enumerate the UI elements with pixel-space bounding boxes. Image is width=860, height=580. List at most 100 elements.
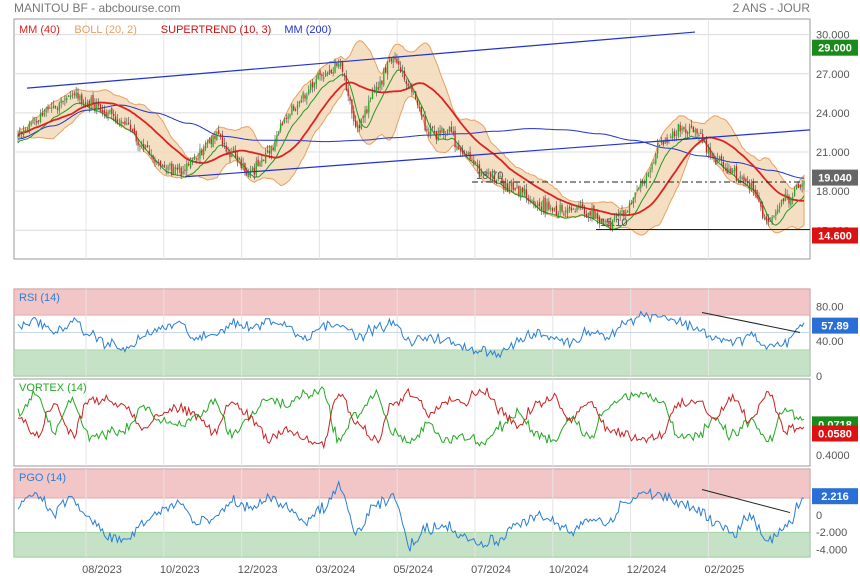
candle-body bbox=[58, 103, 60, 111]
candle-body bbox=[658, 145, 661, 147]
candle-body bbox=[596, 213, 599, 220]
rsi-y-tick: 80.00 bbox=[816, 301, 844, 313]
candle-body bbox=[640, 182, 642, 188]
candle-body bbox=[568, 207, 571, 209]
rsi-y-tick: 40.00 bbox=[816, 336, 844, 348]
candle-body bbox=[735, 166, 738, 181]
candle-body bbox=[231, 151, 233, 158]
candle-body bbox=[797, 183, 800, 188]
candle-body bbox=[724, 167, 726, 169]
candle-body bbox=[124, 121, 126, 125]
candle-body bbox=[94, 102, 96, 110]
candle-body bbox=[439, 130, 441, 134]
candle-body bbox=[32, 121, 34, 123]
candle-body bbox=[101, 110, 104, 113]
candle-body bbox=[34, 119, 36, 121]
candle-body bbox=[154, 160, 156, 163]
candle-body bbox=[131, 129, 134, 132]
candle-body bbox=[174, 167, 177, 170]
candle-body bbox=[630, 203, 633, 205]
candle-body bbox=[73, 93, 75, 95]
level-15-10-label: 15.10 bbox=[600, 217, 628, 229]
candle-body bbox=[576, 205, 578, 211]
candle-body bbox=[129, 124, 132, 130]
candle-body bbox=[111, 108, 113, 114]
candle-body bbox=[426, 129, 428, 131]
candle-body bbox=[223, 143, 226, 145]
candle-body bbox=[672, 131, 674, 138]
candle-body bbox=[688, 126, 691, 134]
vortex-panel bbox=[13, 378, 811, 467]
candle-body bbox=[37, 120, 40, 122]
candle-body bbox=[158, 162, 160, 164]
candle-body bbox=[572, 208, 574, 210]
candle-body bbox=[655, 153, 657, 164]
candle-body bbox=[441, 127, 443, 133]
candle-body bbox=[720, 155, 723, 161]
candle-body bbox=[107, 112, 109, 117]
price-y-tick: 21.000 bbox=[816, 147, 850, 159]
candle-body bbox=[523, 188, 526, 195]
candle-body bbox=[730, 168, 732, 174]
candle-body bbox=[69, 95, 72, 97]
candle-body bbox=[801, 183, 803, 188]
candle-body bbox=[456, 146, 458, 150]
candle-body bbox=[315, 78, 317, 85]
candle-body bbox=[90, 97, 92, 107]
candle-body bbox=[750, 183, 753, 191]
candle-body bbox=[279, 123, 282, 131]
candle-body bbox=[784, 193, 786, 202]
candle-body bbox=[647, 172, 649, 177]
candle-body bbox=[703, 139, 706, 141]
candle-body bbox=[788, 195, 790, 204]
candle-body bbox=[208, 139, 210, 144]
candle-body bbox=[634, 192, 636, 198]
candle-body bbox=[143, 143, 145, 149]
candle-body bbox=[430, 128, 432, 134]
candle-body bbox=[795, 184, 798, 190]
candle-body bbox=[309, 83, 312, 90]
rsi-zone bbox=[13, 288, 811, 316]
candle-body bbox=[583, 208, 586, 215]
candle-body bbox=[302, 92, 304, 99]
candle-body bbox=[679, 124, 681, 132]
candle-body bbox=[351, 99, 353, 114]
x-tick-label: 07/2024 bbox=[471, 564, 511, 576]
candle-body bbox=[450, 126, 452, 132]
candle-body bbox=[773, 215, 775, 217]
candle-body bbox=[396, 58, 398, 64]
pgo-zone bbox=[13, 531, 811, 558]
candle-body bbox=[66, 97, 68, 101]
candle-body bbox=[56, 108, 59, 110]
candle-body bbox=[67, 95, 70, 98]
candle-body bbox=[201, 149, 203, 156]
candle-body bbox=[171, 163, 173, 176]
candle-body bbox=[718, 156, 721, 161]
candle-body bbox=[135, 130, 137, 142]
candle-body bbox=[390, 58, 392, 62]
price-badge-label: 29.000 bbox=[818, 43, 852, 55]
candle-body bbox=[144, 145, 147, 148]
candle-body bbox=[54, 105, 57, 108]
candle-body bbox=[339, 62, 342, 67]
candle-body bbox=[47, 107, 49, 110]
candle-body bbox=[533, 200, 535, 204]
candle-body bbox=[21, 131, 23, 134]
candle-body bbox=[39, 114, 42, 122]
pgo-title: PGO (14) bbox=[19, 472, 66, 484]
candle-body bbox=[294, 109, 297, 111]
candle-body bbox=[398, 61, 400, 65]
candle-body bbox=[313, 83, 316, 88]
candle-body bbox=[696, 128, 698, 134]
candle-body bbox=[638, 187, 640, 190]
candle-body bbox=[506, 183, 509, 192]
pgo-y-tick: -2.000 bbox=[816, 527, 847, 539]
candle-body bbox=[503, 181, 505, 189]
candle-body bbox=[529, 199, 531, 201]
candle-body bbox=[133, 127, 135, 133]
candle-body bbox=[371, 91, 374, 100]
candle-body bbox=[748, 182, 751, 189]
candle-body bbox=[43, 112, 45, 116]
x-tick-label: 10/2024 bbox=[549, 564, 589, 576]
candle-body bbox=[272, 147, 274, 151]
